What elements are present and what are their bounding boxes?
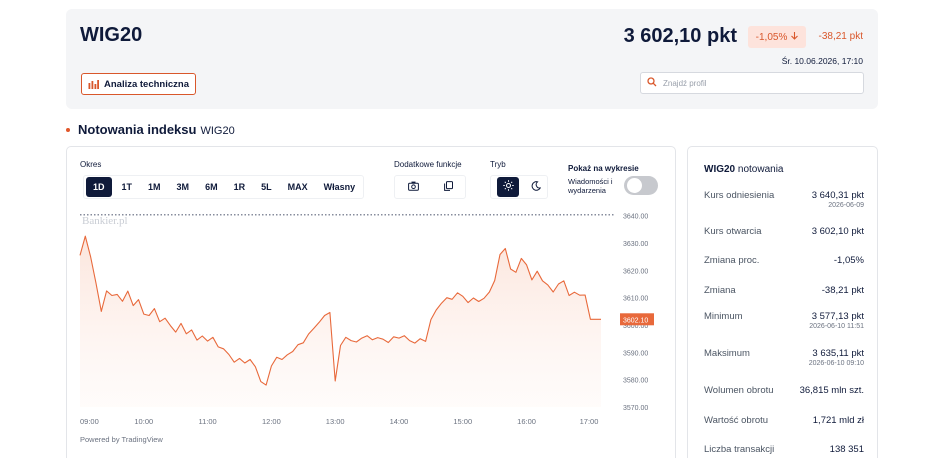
x-tick-label: 17:00	[580, 417, 599, 426]
stat-label: Liczba transakcji	[704, 444, 775, 455]
y-tick-label: 3640.00	[623, 214, 648, 221]
mode-label: Tryb	[490, 160, 506, 169]
dark-mode-button[interactable]	[531, 178, 542, 196]
bullet-dot-icon	[66, 128, 70, 132]
price-area	[80, 236, 601, 407]
index-header: WIG20 Analiza techniczna 3 602,10 pkt -1…	[66, 9, 878, 109]
powered-by: Powered by TradingView	[80, 435, 163, 444]
percent-change-badge: -1,05%	[748, 26, 806, 48]
current-price: 3 602,10 pkt	[623, 25, 737, 47]
toggle-knob	[627, 178, 642, 193]
stat-label: Kurs odniesienia	[704, 190, 775, 201]
stat-label: Zmiana	[704, 285, 736, 296]
x-tick-label: 12:00	[262, 417, 281, 426]
stat-label: Kurs otwarcia	[704, 226, 762, 237]
stat-value: 138 351	[829, 444, 864, 455]
profile-search[interactable]	[640, 72, 864, 94]
stat-value: -1,05%	[833, 255, 864, 266]
y-tick-label: 3630.00	[623, 241, 648, 248]
stat-value: 3 635,11 pkt	[812, 348, 864, 359]
stat-label: Zmiana proc.	[704, 255, 760, 266]
news-events-toggle[interactable]	[624, 176, 658, 195]
period-selector: 1D 1T 1M 3M 6M 1R 5L MAX Własny	[83, 175, 365, 199]
period-button-3m[interactable]: 3M	[171, 177, 196, 197]
bar-chart-icon	[88, 79, 99, 89]
x-tick-label: 14:00	[390, 417, 409, 426]
profile-search-input[interactable]	[663, 78, 843, 88]
x-tick-label: 15:00	[453, 417, 472, 426]
extra-functions-label: Dodatkowe funkcje	[394, 160, 462, 169]
stat-timestamp: 2026-06-09	[828, 202, 864, 209]
x-tick-label: 11:00	[198, 417, 216, 426]
sun-icon	[502, 178, 514, 196]
arrow-down-icon	[791, 31, 799, 43]
x-tick-label: 09:00	[80, 417, 99, 426]
period-button-własny[interactable]: Własny	[318, 177, 362, 197]
period-button-1d[interactable]: 1D	[86, 177, 112, 197]
period-button-1m[interactable]: 1M	[142, 177, 167, 197]
mode-selector	[490, 175, 548, 199]
extra-functions-group	[394, 175, 466, 199]
quote-panel-title-name: WIG20	[704, 164, 736, 175]
stat-value: 36,815 mln szt.	[799, 385, 864, 396]
technical-analysis-button[interactable]: Analiza techniczna	[81, 73, 196, 95]
section-title-main: Notowania indeksu	[78, 122, 197, 137]
quote-panel-title: WIG20 notowania	[704, 164, 784, 175]
last-price-label: 3602.10	[623, 317, 648, 324]
stat-value: 1,721 mld zł	[812, 415, 864, 426]
period-button-1r[interactable]: 1R	[228, 177, 252, 197]
copy-icon[interactable]	[443, 178, 453, 196]
y-tick-label: 3570.00	[623, 405, 648, 412]
quote-datetime: Śr. 10.06.2026, 17:10	[781, 56, 863, 66]
period-button-max[interactable]: MAX	[282, 177, 314, 197]
light-mode-button[interactable]	[497, 177, 519, 197]
technical-analysis-label: Analiza techniczna	[104, 78, 189, 90]
absolute-change: -38,21 pkt	[818, 31, 863, 42]
x-tick-label: 10:00	[134, 417, 153, 426]
quote-panel-title-suffix: notowania	[737, 164, 784, 175]
y-tick-label: 3590.00	[623, 350, 648, 357]
stat-label: Minimum	[704, 311, 743, 322]
stat-label: Maksimum	[704, 348, 750, 359]
y-tick-label: 3610.00	[623, 296, 648, 303]
chart-panel: Okres 1D 1T 1M 3M 6M 1R 5L MAX Własny Dodatkowe …	[66, 146, 676, 458]
stat-timestamp: 2026-06-10 11:51	[809, 323, 864, 330]
stat-label: Wartość obrotu	[704, 415, 769, 426]
chart-watermark: Bankier.pl	[82, 215, 128, 227]
section-title-sub: WIG20	[200, 125, 235, 137]
x-tick-label: 13:00	[326, 417, 345, 426]
y-tick-label: 3580.00	[623, 378, 648, 385]
intraday-chart[interactable]: Bankier.pl 3640.00 3630.00 3620.00 3610.00 36…	[67, 211, 675, 431]
stat-value: 3 602,10 pkt	[811, 226, 864, 237]
camera-icon[interactable]	[407, 178, 419, 196]
stat-value: 3 577,13 pkt	[811, 311, 864, 322]
quote-panel: WIG20 notowania Kurs odniesienia 3 640,31…	[687, 146, 878, 458]
news-events-label: Wiadomości i wydarzenia	[568, 177, 613, 195]
section-title: Notowania indeksu WIG20	[66, 122, 235, 137]
percent-change-value: -1,05%	[755, 31, 788, 43]
moon-icon	[531, 178, 542, 195]
stat-value: -38,21 pkt	[821, 285, 864, 296]
period-button-5l[interactable]: 5L	[255, 177, 278, 197]
index-name: WIG20	[80, 24, 143, 46]
stat-label: Wolumen obrotu	[704, 385, 774, 396]
x-tick-label: 16:00	[517, 417, 536, 426]
period-button-1t[interactable]: 1T	[116, 177, 139, 197]
show-on-chart-label: Pokaż na wykresie	[568, 164, 639, 173]
search-icon	[647, 74, 657, 92]
period-label: Okres	[80, 160, 102, 169]
y-tick-label: 3620.00	[623, 268, 648, 275]
stat-value: 3 640,31 pkt	[811, 190, 864, 201]
stat-timestamp: 2026-06-10 09:10	[808, 360, 864, 367]
period-button-6m[interactable]: 6M	[199, 177, 224, 197]
